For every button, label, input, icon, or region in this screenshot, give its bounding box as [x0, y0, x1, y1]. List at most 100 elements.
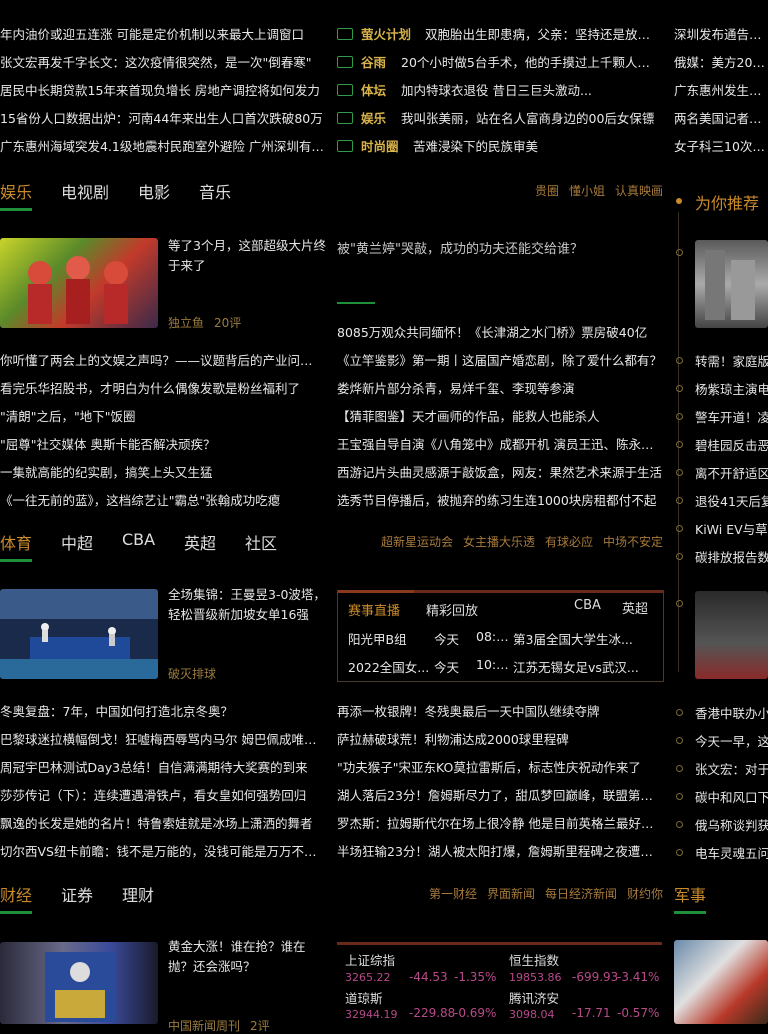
news-link[interactable]: 半场狂输23分！湖人被太阳打爆，詹姆斯里程碑之夜遭羞辱 — [337, 841, 662, 860]
recommend-link[interactable]: 碳中和风口下 — [695, 787, 768, 806]
news-link[interactable]: 看完乐华招股书，才明白为什么偶像发歌是粉丝福利了 — [0, 378, 325, 397]
news-link[interactable]: 《一往无前的蓝》，这档综艺让"霸总"张翰成功吃瘪 — [0, 490, 325, 509]
news-link[interactable]: 我叫张美丽，站在名人富商身边的00后女保镖 — [401, 108, 662, 127]
recommend-link[interactable]: 电车灵魂五问 — [695, 843, 768, 862]
news-link[interactable]: 选秀节目停播后，被抛弃的练习生连1000块房租都付不起 — [337, 490, 662, 509]
tab-music[interactable]: 音乐 — [199, 179, 231, 203]
recommend-link[interactable]: 碧桂园反击恶 — [695, 435, 768, 454]
news-link[interactable]: 王宝强自导自演《八角笼中》成都开机 演员王迅、陈永胜... — [337, 434, 662, 453]
feature-comments[interactable]: 2评 — [250, 1017, 270, 1034]
channel-tag[interactable]: 谷雨 — [361, 52, 386, 71]
tab-movie[interactable]: 电影 — [138, 179, 170, 203]
news-link[interactable]: 女子科三10次未过 — [674, 136, 768, 155]
live-match[interactable]: 江苏无锡女足vs武汉... — [513, 657, 649, 676]
headline[interactable]: 被"黄兰婷"哭敲，成功的功夫还能交给谁？ — [337, 238, 662, 257]
news-link[interactable]: 20个小时做5台手术，他的手摸过上千颗人类的肺 — [401, 52, 662, 71]
news-link[interactable]: 广东惠州发生4.1 — [674, 80, 768, 99]
feature-thumbnail[interactable] — [0, 942, 158, 1024]
news-link[interactable]: 你听懂了两会上的文娱之声吗？——议题背后的产业问题与... — [0, 350, 325, 369]
tab-sports[interactable]: 体育 — [0, 530, 32, 554]
news-link[interactable]: "功夫猴子"宋亚东KO莫拉雷斯后，标志性庆祝动作来了 — [337, 757, 662, 776]
news-link[interactable]: 罗杰斯：拉姆斯代尔在场上很冷静 他是目前英格兰最好的... — [337, 813, 662, 832]
feature-thumbnail[interactable] — [0, 238, 158, 328]
sub-link[interactable]: 中场不安定 — [603, 533, 663, 550]
sub-link[interactable]: 界面新闻 — [487, 885, 535, 902]
news-link[interactable]: 居民中长期贷款15年来首现负增长 房地产调控将如何发力 — [0, 80, 325, 99]
news-link[interactable]: 冬奥复盘：7年，中国如何打造北京冬奥？ — [0, 701, 325, 720]
channel-tag[interactable]: 娱乐 — [361, 108, 386, 127]
feature-thumbnail[interactable] — [0, 589, 158, 679]
news-link[interactable]: 15省份人口数据出炉：河南44年来出生人口首次跌破80万 — [0, 108, 325, 127]
recommend-link[interactable]: 碳排放报告数 — [695, 547, 768, 566]
tab-live-cba[interactable]: CBA — [574, 598, 601, 613]
tab-wealth[interactable]: 理财 — [122, 882, 154, 906]
feature-source[interactable]: 破灭排球 — [168, 665, 216, 682]
tab-community[interactable]: 社区 — [245, 530, 277, 554]
recommend-thumbnail[interactable] — [695, 591, 768, 679]
news-link[interactable]: 一集就高能的纪实剧，搞笑上头又生猛 — [0, 462, 325, 481]
sub-link[interactable]: 懂小姐 — [569, 182, 605, 199]
sub-link[interactable]: 女主播大乐透 — [463, 533, 535, 550]
news-link[interactable]: 苦难浸染下的民族审美 — [413, 136, 662, 155]
tab-csl[interactable]: 中超 — [61, 530, 93, 554]
stock-name[interactable]: 道琼斯 — [345, 988, 383, 1007]
news-link[interactable]: 两名美国记者在基 — [674, 108, 768, 127]
news-link[interactable]: "屈尊"社交媒体 奥斯卡能否解决顽疾？ — [0, 434, 325, 453]
tab-military[interactable]: 军事 — [674, 882, 706, 906]
sub-link[interactable]: 超新星运动会 — [381, 533, 453, 550]
channel-tag[interactable]: 时尚圈 — [361, 136, 399, 155]
feature-source[interactable]: 中国新闻周刊 — [168, 1017, 240, 1034]
recommend-link[interactable]: 俄乌称谈判获 — [695, 815, 768, 834]
news-link[interactable]: 加内特球衣退役 昔日三巨头激动... — [401, 80, 662, 99]
recommend-link[interactable]: 香港中联办小 — [695, 703, 768, 722]
tab-replay[interactable]: 精彩回放 — [426, 600, 478, 619]
recommend-link[interactable]: 张文宏：对于 — [695, 759, 768, 778]
tab-tv[interactable]: 电视剧 — [61, 179, 109, 203]
sub-link[interactable]: 第一财经 — [429, 885, 477, 902]
sub-link[interactable]: 认真映画 — [615, 182, 663, 199]
sub-link[interactable]: 有球必应 — [545, 533, 593, 550]
news-link[interactable]: 飘逸的长发是她的名片！特鲁索娃就是冰场上潇洒的舞者 — [0, 813, 325, 832]
news-link[interactable]: 年内油价或迎五连涨 可能是定价机制以来最大上调窗口 — [0, 24, 325, 43]
news-link[interactable]: "清朗"之后，"地下"饭圈 — [0, 406, 325, 425]
channel-tag[interactable]: 萤火计划 — [361, 24, 411, 43]
news-link[interactable]: 8085万观众共同缅怀！《长津湖之水门桥》票房破40亿 — [337, 322, 662, 341]
sub-link[interactable]: 每日经济新闻 — [545, 885, 617, 902]
news-link[interactable]: 张文宏再发千字长文：这次疫情很突然，是一次"倒春寒" — [0, 52, 325, 71]
news-link[interactable]: 深圳发布通告：全 — [674, 24, 768, 43]
news-link[interactable]: 娄烨新片部分杀青，易烊千玺、李现等参演 — [337, 378, 662, 397]
news-link[interactable]: 周冠宇巴林测试Day3总结！自信满满期待大奖赛的到来 — [0, 757, 325, 776]
tab-cba[interactable]: CBA — [122, 530, 155, 549]
news-link[interactable]: 莎莎传记（下）：连续遭遇滑铁卢，看女皇如何强势回归 — [0, 785, 325, 804]
tab-ent[interactable]: 娱乐 — [0, 179, 32, 203]
recommend-link[interactable]: 今天一早，这 — [695, 731, 768, 750]
sub-link[interactable]: 贵圈 — [535, 182, 559, 199]
feature-title[interactable]: 黄金大涨！谁在抢？谁在抛？还会涨吗？ — [168, 937, 326, 977]
tab-epl[interactable]: 英超 — [184, 530, 216, 554]
recommend-link[interactable]: 警车开道！凌 — [695, 407, 768, 426]
feature-title[interactable]: 全场集锦：王曼昱3-0波塔，轻松晋级新加坡女单16强 — [168, 585, 326, 625]
news-link[interactable]: 俄媒：美方2005年 — [674, 52, 768, 71]
news-link[interactable]: 《立竿鉴影》第一期丨这届国产婚恋剧，除了爱什么都有？ — [337, 350, 662, 369]
news-link[interactable]: 双胞胎出生即患病，父亲：坚持还是放弃？ — [425, 24, 662, 43]
feature-source[interactable]: 独立鱼 — [168, 314, 204, 331]
news-link[interactable]: 切尔西VS纽卡前瞻：钱不是万能的，没钱可能是万万不能的 — [0, 841, 325, 860]
recommend-link[interactable]: 转需！家庭版 — [695, 351, 768, 370]
channel-tag[interactable]: 体坛 — [361, 80, 386, 99]
sub-link[interactable]: 财约你 — [627, 885, 663, 902]
military-thumbnail[interactable] — [674, 940, 768, 1024]
feature-comments[interactable]: 20评 — [214, 314, 241, 331]
recommend-link[interactable]: KiWi EV与草莓 — [695, 519, 768, 538]
stock-name[interactable]: 恒生指数 — [509, 950, 559, 969]
news-link[interactable]: 巴黎球迷拉横幅倒戈！狂嘘梅西辱骂内马尔 姆巴佩成唯一... — [0, 729, 325, 748]
news-link[interactable]: 再添一枚银牌！冬残奥最后一天中国队继续夺牌 — [337, 701, 662, 720]
stock-name[interactable]: 腾讯济安 — [509, 988, 559, 1007]
tab-live[interactable]: 赛事直播 — [348, 600, 400, 619]
tab-live-epl[interactable]: 英超 — [622, 598, 648, 617]
tab-securities[interactable]: 证券 — [61, 882, 93, 906]
news-link[interactable]: 湖人落后23分！詹姆斯尽力了，甜瓜梦回巅峰，联盟第一太狠 — [337, 785, 662, 804]
recommend-link[interactable]: 杨紫琼主演电 — [695, 379, 768, 398]
news-link[interactable]: 广东惠州海域突发4.1级地震村民跑室外避险 广州深圳有震感 — [0, 136, 325, 155]
news-link[interactable]: 萨拉赫破球荒！利物浦达成2000球里程碑 — [337, 729, 662, 748]
news-link[interactable]: 西游记片头曲灵感源于敲饭盒，网友：果然艺术来源于生活 — [337, 462, 662, 481]
